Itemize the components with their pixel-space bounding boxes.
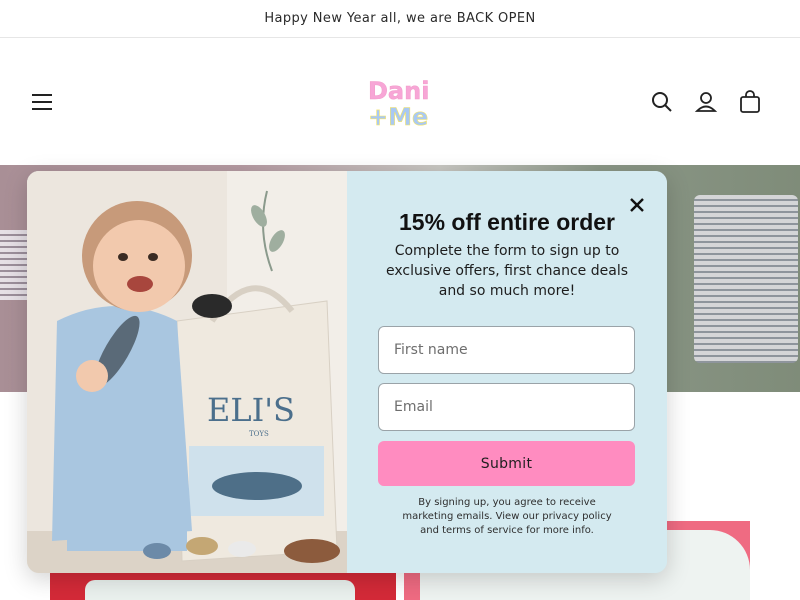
logo-line1: Dani xyxy=(368,77,429,105)
site-header: Dani +Me xyxy=(0,39,800,165)
popup-form: 15% off entire order Complete the form t… xyxy=(347,171,667,573)
logo-line2: +Me xyxy=(368,103,428,131)
dani-me-logo[interactable]: Dani +Me xyxy=(360,69,440,135)
submit-label: Submit xyxy=(480,455,533,472)
legal-text: By signing up, you agree to receive mark… xyxy=(402,497,612,536)
account-icon[interactable] xyxy=(692,88,720,116)
menu-icon[interactable] xyxy=(28,89,56,115)
popup-subtitle: Complete the form to sign up to exclusiv… xyxy=(385,243,629,299)
striped-shirt-image xyxy=(0,230,28,300)
cart-icon[interactable] xyxy=(736,88,764,116)
announcement-bar: Happy New Year all, we are BACK OPEN xyxy=(0,0,800,38)
bag-brand-text: ELI'S xyxy=(207,391,295,429)
email-field[interactable]: Email xyxy=(378,383,635,431)
signup-popup: ELI'S TOYS 15% off entire order Complete… xyxy=(27,171,667,573)
announcement-text: Happy New Year all, we are BACK OPEN xyxy=(264,11,536,26)
first-name-placeholder: First name xyxy=(394,342,468,358)
popup-photo: ELI'S TOYS xyxy=(27,171,347,573)
product-garment-image xyxy=(85,580,355,600)
striped-pants-image xyxy=(694,195,798,363)
bag-subtext: TOYS xyxy=(249,430,269,438)
submit-button[interactable]: Submit xyxy=(378,441,635,486)
first-name-field[interactable]: First name xyxy=(378,326,635,374)
email-placeholder: Email xyxy=(394,399,433,415)
popup-title: 15% off entire order xyxy=(399,209,615,235)
search-icon[interactable] xyxy=(648,88,676,116)
